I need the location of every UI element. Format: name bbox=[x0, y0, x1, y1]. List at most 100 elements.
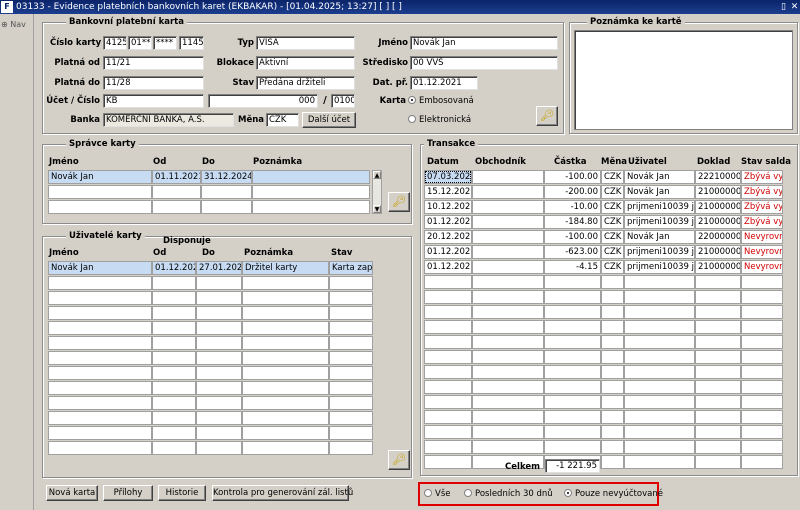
grid-cell[interactable] bbox=[196, 351, 242, 365]
grid-cell[interactable] bbox=[624, 410, 695, 424]
grid-cell[interactable] bbox=[544, 410, 601, 424]
grid-cell[interactable] bbox=[196, 396, 242, 410]
grid-cell[interactable] bbox=[741, 410, 783, 424]
grid-cell[interactable]: -623.00 bbox=[544, 245, 601, 259]
grid-cell[interactable] bbox=[741, 275, 783, 289]
grid-cell[interactable] bbox=[424, 395, 472, 409]
grid-cell[interactable] bbox=[196, 411, 242, 425]
grid-cell[interactable] bbox=[601, 455, 624, 469]
next-account-button[interactable]: Další účet bbox=[302, 112, 356, 128]
grid-cell[interactable]: 2100000089 bbox=[695, 260, 741, 274]
grid-cell[interactable] bbox=[472, 305, 544, 319]
grid-cell[interactable] bbox=[242, 321, 329, 335]
grid-cell[interactable] bbox=[741, 425, 783, 439]
grid-cell[interactable] bbox=[601, 395, 624, 409]
grid-cell[interactable] bbox=[624, 335, 695, 349]
grid-cell[interactable] bbox=[624, 425, 695, 439]
grid-cell[interactable]: 01.12.2021 bbox=[424, 215, 472, 229]
grid-cell[interactable]: Novák Jan bbox=[48, 170, 152, 184]
grid-cell[interactable] bbox=[152, 381, 196, 395]
currency-field[interactable]: CZK bbox=[266, 113, 299, 127]
admin-lookup-button[interactable]: 🔑︎ bbox=[388, 192, 410, 212]
grid-cell[interactable] bbox=[695, 425, 741, 439]
grid-cell[interactable]: 20.12.2021 bbox=[424, 230, 472, 244]
grid-cell[interactable] bbox=[329, 366, 373, 380]
grid-cell[interactable] bbox=[196, 291, 242, 305]
grid-cell[interactable]: 01.12.2021 bbox=[424, 245, 472, 259]
grid-cell[interactable] bbox=[152, 441, 196, 455]
grid-cell[interactable] bbox=[624, 455, 695, 469]
grid-cell[interactable] bbox=[196, 426, 242, 440]
valid-to-field[interactable]: 11/28 bbox=[103, 76, 204, 90]
card-lookup-button[interactable]: 🔑︎ bbox=[536, 106, 558, 126]
grid-cell[interactable] bbox=[329, 276, 373, 290]
filter-last-30-days[interactable]: Posledních 30 dnů bbox=[464, 488, 553, 500]
grid-cell[interactable] bbox=[472, 245, 544, 259]
card-number-part3[interactable]: **** bbox=[153, 36, 177, 50]
grid-cell[interactable] bbox=[424, 440, 472, 454]
grid-cell[interactable] bbox=[424, 305, 472, 319]
grid-cell[interactable] bbox=[741, 365, 783, 379]
grid-cell[interactable] bbox=[196, 381, 242, 395]
account-number-field[interactable]: 000 bbox=[208, 94, 318, 108]
grid-cell[interactable] bbox=[252, 200, 370, 214]
grid-cell[interactable]: 10.12.2021 bbox=[424, 200, 472, 214]
radio-embosovana[interactable]: Embosovaná bbox=[408, 95, 474, 107]
grid-cell[interactable] bbox=[424, 425, 472, 439]
grid-cell[interactable] bbox=[601, 425, 624, 439]
grid-cell[interactable] bbox=[695, 275, 741, 289]
grid-cell[interactable] bbox=[242, 306, 329, 320]
grid-cell[interactable]: -100.00 bbox=[544, 230, 601, 244]
grid-cell[interactable] bbox=[242, 381, 329, 395]
grid-cell[interactable] bbox=[152, 200, 201, 214]
grid-cell[interactable] bbox=[152, 351, 196, 365]
grid-cell[interactable] bbox=[242, 291, 329, 305]
grid-cell[interactable] bbox=[152, 336, 196, 350]
grid-cell[interactable] bbox=[601, 335, 624, 349]
grid-cell[interactable]: Držitel karty bbox=[242, 261, 329, 275]
grid-cell[interactable] bbox=[624, 350, 695, 364]
grid-cell[interactable]: prijmeni10039 jme bbox=[624, 260, 695, 274]
grid-cell[interactable] bbox=[196, 306, 242, 320]
advance-check-button[interactable]: Kontrola pro generování zál. listů bbox=[212, 485, 353, 501]
grid-cell[interactable] bbox=[601, 320, 624, 334]
grid-cell[interactable] bbox=[472, 410, 544, 424]
scroll-down-icon[interactable]: ▼ bbox=[373, 205, 381, 213]
grid-cell[interactable]: 31.12.2024 bbox=[201, 170, 252, 184]
grid-cell[interactable] bbox=[329, 411, 373, 425]
grid-cell[interactable] bbox=[601, 365, 624, 379]
grid-cell[interactable] bbox=[695, 350, 741, 364]
grid-cell[interactable] bbox=[424, 335, 472, 349]
grid-cell[interactable] bbox=[472, 335, 544, 349]
grid-cell[interactable]: Novák Jan bbox=[624, 170, 695, 184]
grid-cell[interactable]: 2221000025 bbox=[695, 170, 741, 184]
bank-code-field[interactable]: 0100 bbox=[331, 94, 355, 108]
grid-cell[interactable]: Nevyrovná bbox=[741, 260, 783, 274]
grid-cell[interactable] bbox=[152, 291, 196, 305]
grid-cell[interactable] bbox=[152, 276, 196, 290]
grid-cell[interactable]: Novák Jan bbox=[624, 185, 695, 199]
grid-cell[interactable]: 2200000006 bbox=[695, 230, 741, 244]
grid-cell[interactable] bbox=[424, 350, 472, 364]
grid-cell[interactable] bbox=[472, 230, 544, 244]
grid-cell[interactable]: -184.80 bbox=[544, 215, 601, 229]
grid-cell[interactable] bbox=[196, 336, 242, 350]
grid-cell[interactable]: 01.12.2021 bbox=[152, 261, 196, 275]
grid-cell[interactable] bbox=[544, 305, 601, 319]
grid-cell[interactable] bbox=[48, 336, 152, 350]
card-type-field[interactable]: VISA bbox=[256, 36, 355, 50]
grid-cell[interactable] bbox=[152, 306, 196, 320]
grid-cell[interactable] bbox=[424, 455, 472, 469]
grid-cell[interactable] bbox=[624, 290, 695, 304]
grid-cell[interactable] bbox=[472, 395, 544, 409]
grid-cell[interactable] bbox=[741, 320, 783, 334]
grid-cell[interactable]: 2100000088 bbox=[695, 245, 741, 259]
grid-cell[interactable] bbox=[48, 185, 152, 199]
grid-cell[interactable] bbox=[196, 366, 242, 380]
grid-cell[interactable] bbox=[544, 335, 601, 349]
bank-name-field[interactable]: KOMERČNÍ BANKA, A.S. bbox=[103, 113, 234, 127]
grid-cell[interactable] bbox=[695, 290, 741, 304]
grid-cell[interactable]: Zbývá vyú bbox=[741, 200, 783, 214]
grid-cell[interactable]: CZK bbox=[601, 200, 624, 214]
grid-cell[interactable] bbox=[544, 425, 601, 439]
